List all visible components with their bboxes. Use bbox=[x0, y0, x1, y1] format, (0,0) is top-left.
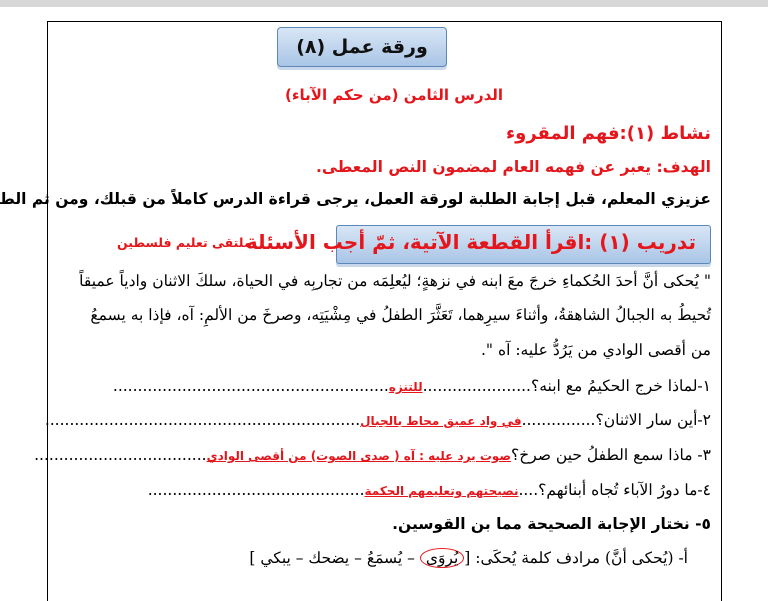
window-top-bar bbox=[0, 0, 768, 7]
circled-answer: يُروَى bbox=[419, 548, 465, 568]
activity-heading: نشاط (١):فهم المقروء bbox=[505, 123, 711, 144]
question-2: ٢-أين سار الاثنان؟...............في واد … bbox=[44, 411, 711, 429]
question-text: ١-لماذا خرج الحكيمُ مع ابنه؟ bbox=[530, 377, 711, 395]
answer-text: نصيحتهم وتعليمهم الحكمة bbox=[364, 484, 519, 498]
training-heading: تدريب (١) :اقرأ القطعة الآتية، ثمّ أجب ا… bbox=[245, 230, 696, 254]
question-5a-prefix: أ- (يُحكى أنَّ) مرادف كلمة يُحكَى: bbox=[475, 549, 688, 567]
passage-line-3: من أقصى الوادي من يَرُدُّ عليه: آه ". bbox=[481, 341, 711, 359]
teacher-note: عزيزي المعلم، قبل إجابة الطلبة لورقة الع… bbox=[0, 190, 711, 208]
bracket-open: [ bbox=[464, 549, 471, 567]
lesson-title: الدرس الثامن (من حكم الآباء) bbox=[285, 86, 504, 104]
goal-line: الهدف: يعبر عن فهمه العام لمضمون النص ال… bbox=[316, 158, 711, 176]
question-3: ٣- ماذا سمع الطفلُ حين صرخ؟صوت يرد عليه … bbox=[34, 446, 711, 464]
answer-text: صوت يرد عليه : آه ( صدى الصوت) من أقصى ا… bbox=[206, 449, 512, 463]
passage-line-1: " يُحكى أنَّ أحدَ الحُكماءِ خرجَ معَ ابن… bbox=[79, 272, 711, 290]
question-text: ٢-أين سار الاثنان؟ bbox=[595, 411, 711, 429]
answer-text: في واد عميق محاط بالجبال bbox=[360, 414, 522, 428]
other-options: – يُسمَعُ – يضحك – يبكي bbox=[255, 549, 420, 567]
question-5: ٥- نختار الإجابة الصحيحة مما بن القوسين. bbox=[392, 515, 711, 533]
worksheet-title: ورقة عمل (٨) bbox=[277, 27, 447, 67]
passage-line-2: تُحيطُ به الجبالُ الشاهقةُ، وأثناءَ سيرِ… bbox=[90, 306, 711, 324]
question-5a: أ- (يُحكى أنَّ) مرادف كلمة يُحكَى: [يُرو… bbox=[249, 548, 688, 568]
question-text: ٤-ما دورُ الآباء تُجاه أبنائهم؟ bbox=[538, 481, 711, 499]
watermark-text: ملتقى تعليم فلسطين bbox=[117, 235, 252, 250]
goal-text: يعبر عن فهمه العام لمضمون النص المعطى. bbox=[316, 158, 657, 176]
question-text: ٣- ماذا سمع الطفلُ حين صرخ؟ bbox=[511, 446, 711, 464]
training-banner: تدريب (١) :اقرأ القطعة الآتية، ثمّ أجب ا… bbox=[246, 225, 711, 264]
question-4: ٤-ما دورُ الآباء تُجاه أبنائهم؟....نصيحت… bbox=[147, 481, 711, 499]
answer-text: للتنزه bbox=[388, 380, 423, 394]
question-1: ١-لماذا خرج الحكيمُ مع ابنه؟............… bbox=[112, 377, 711, 395]
goal-label: الهدف: bbox=[656, 158, 711, 176]
